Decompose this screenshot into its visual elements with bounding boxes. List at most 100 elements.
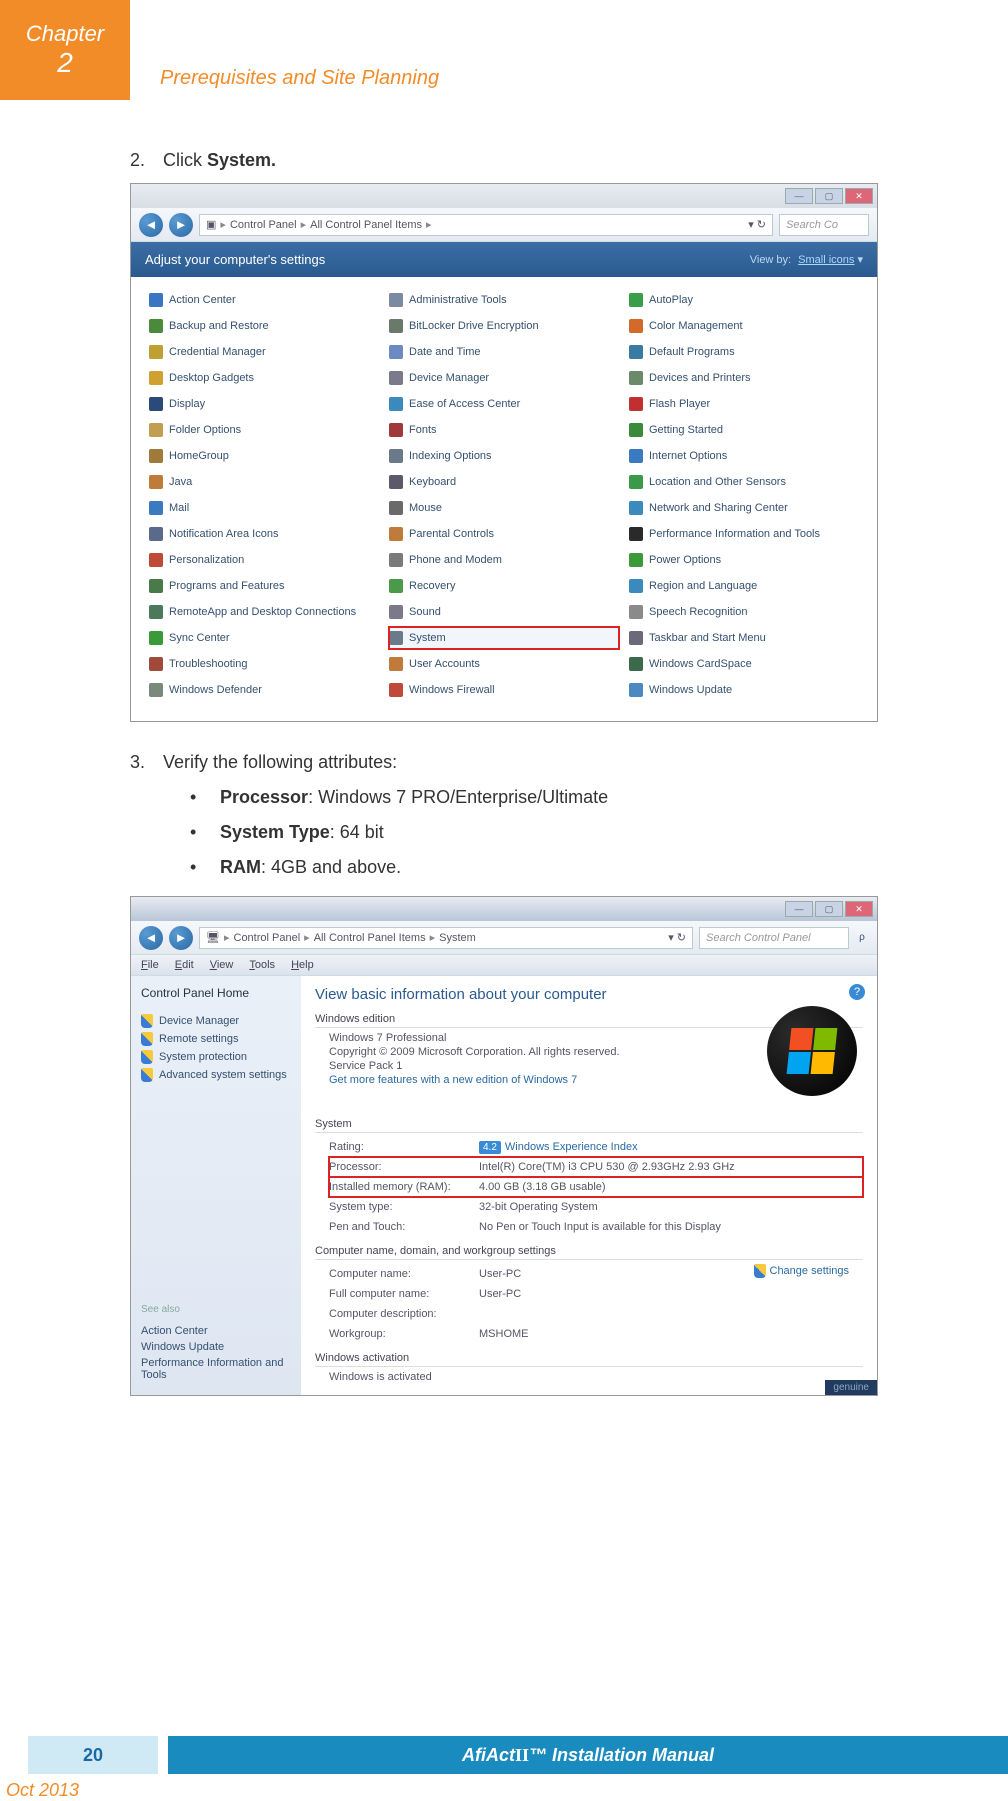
help-icon[interactable]: ? xyxy=(849,984,865,1000)
control-panel-item[interactable]: RemoteApp and Desktop Connections xyxy=(149,601,379,623)
menu-item[interactable]: View xyxy=(210,959,234,971)
control-panel-item[interactable]: Windows CardSpace xyxy=(629,653,859,675)
menu-item[interactable]: Help xyxy=(291,959,314,971)
breadcrumb-item[interactable]: System xyxy=(439,932,476,944)
control-panel-item[interactable]: Action Center xyxy=(149,289,379,311)
control-panel-item[interactable]: Flash Player xyxy=(629,393,859,415)
forward-button[interactable]: ► xyxy=(169,926,193,950)
sidebar-sublink[interactable]: Action Center xyxy=(141,1325,291,1337)
control-panel-item[interactable]: Default Programs xyxy=(629,341,859,363)
control-panel-item[interactable]: Display xyxy=(149,393,379,415)
sidebar-link[interactable]: Device Manager xyxy=(141,1014,291,1028)
search-icon[interactable]: ρ xyxy=(855,932,869,943)
control-panel-item-label: Fonts xyxy=(409,424,437,436)
sidebar-sublink[interactable]: Windows Update xyxy=(141,1341,291,1353)
viewby-value[interactable]: Small icons xyxy=(798,254,854,266)
control-panel-item[interactable]: Administrative Tools xyxy=(389,289,619,311)
control-panel-item[interactable]: Sound xyxy=(389,601,619,623)
control-panel-item[interactable]: Parental Controls xyxy=(389,523,619,545)
control-panel-item[interactable]: Folder Options xyxy=(149,419,379,441)
control-panel-item[interactable]: Date and Time xyxy=(389,341,619,363)
control-panel-item[interactable]: System xyxy=(389,627,619,649)
control-panel-item[interactable]: Credential Manager xyxy=(149,341,379,363)
back-button[interactable]: ◄ xyxy=(139,213,163,237)
menu-item[interactable]: Edit xyxy=(175,959,194,971)
breadcrumb-bar[interactable]: ▣ ▸ Control Panel ▸ All Control Panel It… xyxy=(199,214,773,236)
control-panel-item[interactable]: Desktop Gadgets xyxy=(149,367,379,389)
search-input[interactable]: Search Control Panel xyxy=(699,927,849,949)
control-panel-item[interactable]: Windows Update xyxy=(629,679,859,701)
change-settings-link[interactable]: Change settings xyxy=(754,1264,850,1278)
sidebar-title[interactable]: Control Panel Home xyxy=(141,986,291,1000)
control-panel-item-icon xyxy=(629,475,643,489)
sidebar-sublink[interactable]: Performance Information and Tools xyxy=(141,1357,291,1381)
control-panel-item-label: Speech Recognition xyxy=(649,606,747,618)
control-panel-item-label: Getting Started xyxy=(649,424,723,436)
control-panel-item[interactable]: Phone and Modem xyxy=(389,549,619,571)
sidebar-link[interactable]: Advanced system settings xyxy=(141,1068,291,1082)
minimize-button[interactable]: — xyxy=(785,188,813,204)
control-panel-item[interactable]: HomeGroup xyxy=(149,445,379,467)
control-panel-item[interactable]: Programs and Features xyxy=(149,575,379,597)
control-panel-item[interactable]: Device Manager xyxy=(389,367,619,389)
control-panel-item[interactable]: AutoPlay xyxy=(629,289,859,311)
maximize-button[interactable]: ▢ xyxy=(815,901,843,917)
close-button[interactable]: ✕ xyxy=(845,901,873,917)
control-panel-item[interactable]: Backup and Restore xyxy=(149,315,379,337)
sidebar-link[interactable]: System protection xyxy=(141,1050,291,1064)
back-button[interactable]: ◄ xyxy=(139,926,163,950)
control-panel-item[interactable]: Personalization xyxy=(149,549,379,571)
control-panel-item-label: Internet Options xyxy=(649,450,727,462)
control-panel-item[interactable]: Windows Defender xyxy=(149,679,379,701)
breadcrumb-item[interactable]: Control Panel xyxy=(234,932,301,944)
control-panel-item[interactable]: Windows Firewall xyxy=(389,679,619,701)
control-panel-item[interactable]: Internet Options xyxy=(629,445,859,467)
control-panel-item[interactable]: Performance Information and Tools xyxy=(629,523,859,545)
control-panel-item[interactable]: Network and Sharing Center xyxy=(629,497,859,519)
control-panel-item[interactable]: Power Options xyxy=(629,549,859,571)
control-panel-item[interactable]: Java xyxy=(149,471,379,493)
breadcrumb-item[interactable]: Control Panel xyxy=(230,219,297,231)
sidebar-link[interactable]: Remote settings xyxy=(141,1032,291,1046)
control-panel-item[interactable]: Location and Other Sensors xyxy=(629,471,859,493)
system-properties-screenshot: — ▢ ✕ ◄ ► 🖥 ▸ Control Panel ▸ All Contro… xyxy=(130,896,878,1396)
menu-item[interactable]: File xyxy=(141,959,159,971)
search-input[interactable]: Search Co xyxy=(779,214,869,236)
forward-button[interactable]: ► xyxy=(169,213,193,237)
control-panel-item[interactable]: Ease of Access Center xyxy=(389,393,619,415)
control-panel-item[interactable]: Troubleshooting xyxy=(149,653,379,675)
control-panel-item[interactable]: BitLocker Drive Encryption xyxy=(389,315,619,337)
wei-link[interactable]: Windows Experience Index xyxy=(505,1141,638,1153)
control-panel-item-icon xyxy=(629,423,643,437)
viewby-label: View by: xyxy=(750,254,791,266)
control-panel-item-label: BitLocker Drive Encryption xyxy=(409,320,539,332)
control-panel-item[interactable]: Getting Started xyxy=(629,419,859,441)
control-panel-item[interactable]: Devices and Printers xyxy=(629,367,859,389)
maximize-button[interactable]: ▢ xyxy=(815,188,843,204)
menu-item[interactable]: Tools xyxy=(249,959,275,971)
breadcrumb-item[interactable]: All Control Panel Items xyxy=(310,219,422,231)
control-panel-item[interactable]: User Accounts xyxy=(389,653,619,675)
control-panel-item[interactable]: Speech Recognition xyxy=(629,601,859,623)
close-button[interactable]: ✕ xyxy=(845,188,873,204)
system-section-label: System xyxy=(315,1118,863,1133)
control-panel-item[interactable]: Notification Area Icons xyxy=(149,523,379,545)
breadcrumb-bar[interactable]: 🖥 ▸ Control Panel ▸ All Control Panel It… xyxy=(199,927,693,949)
breadcrumb-item[interactable]: All Control Panel Items xyxy=(314,932,426,944)
control-panel-item[interactable]: Fonts xyxy=(389,419,619,441)
refresh-icon[interactable]: ▾ ↻ xyxy=(748,218,766,231)
refresh-icon[interactable]: ▾ ↻ xyxy=(668,931,686,944)
control-panel-item[interactable]: Mouse xyxy=(389,497,619,519)
control-panel-item[interactable]: Indexing Options xyxy=(389,445,619,467)
control-panel-item-icon xyxy=(629,579,643,593)
control-panel-item[interactable]: Mail xyxy=(149,497,379,519)
control-panel-item[interactable]: Recovery xyxy=(389,575,619,597)
control-panel-item[interactable]: Sync Center xyxy=(149,627,379,649)
control-panel-item[interactable]: Region and Language xyxy=(629,575,859,597)
spec-label: Rating: xyxy=(329,1141,479,1153)
control-panel-item[interactable]: Keyboard xyxy=(389,471,619,493)
control-panel-item[interactable]: Taskbar and Start Menu xyxy=(629,627,859,649)
control-panel-item[interactable]: Color Management xyxy=(629,315,859,337)
minimize-button[interactable]: — xyxy=(785,901,813,917)
settings-header-bar: Adjust your computer's settings View by:… xyxy=(131,242,877,277)
